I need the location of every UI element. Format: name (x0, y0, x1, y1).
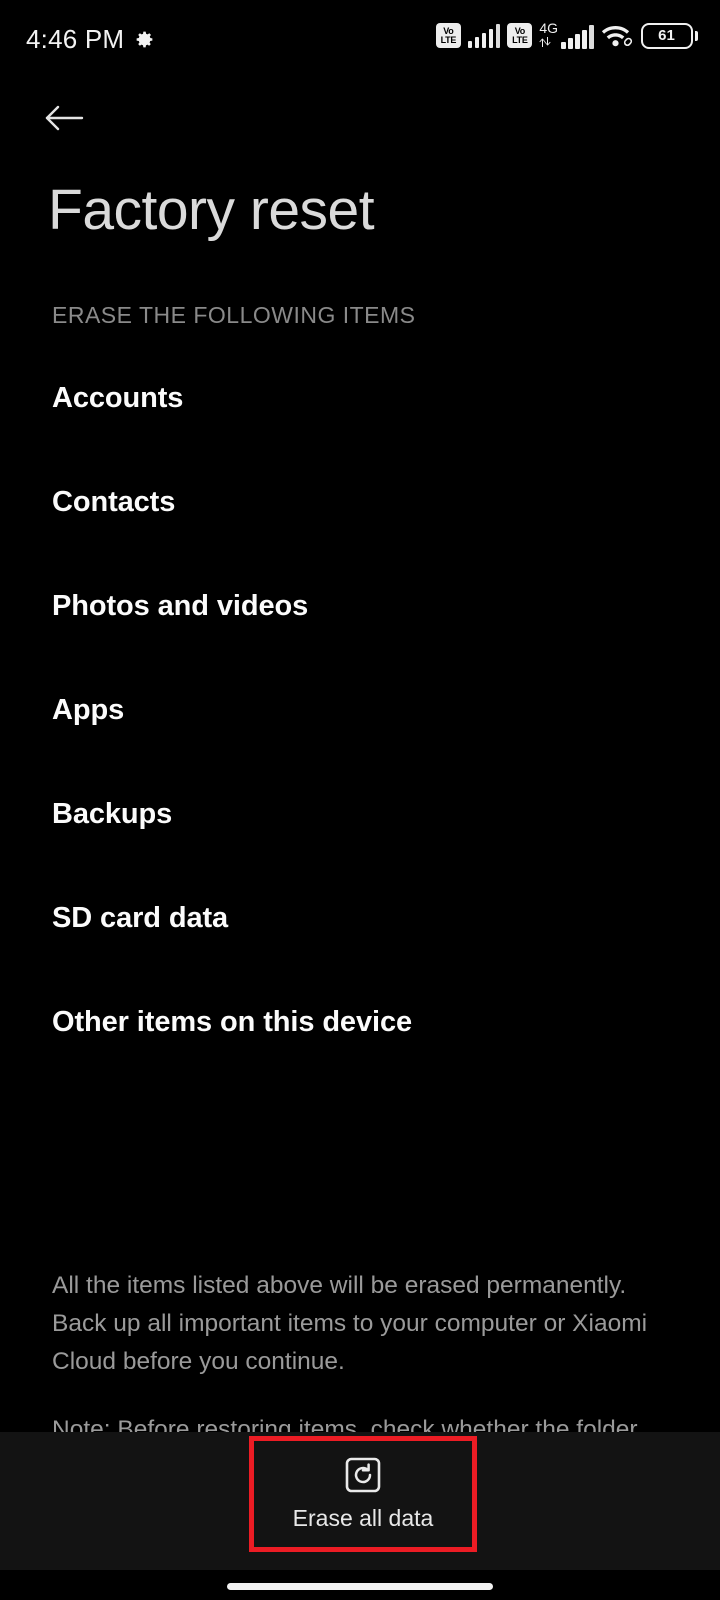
network-type-label: 4G (539, 20, 558, 36)
footer-description: All the items listed above will be erase… (52, 1267, 652, 1449)
volte-icon-sim2: Vo LTE (507, 23, 533, 48)
list-item: Accounts (52, 378, 672, 482)
list-item-label: Photos and videos (52, 590, 309, 622)
list-item-label: Other items on this device (52, 1006, 412, 1038)
status-bar-clock: 4:46 PM (26, 24, 125, 54)
list-item-label: Backups (52, 798, 173, 830)
page-title: Factory reset (48, 178, 375, 242)
data-transfer-arrows-icon (539, 37, 551, 47)
home-gesture-handle[interactable] (227, 1583, 493, 1590)
highlight-box (249, 1436, 477, 1552)
list-item-label: Contacts (52, 486, 176, 518)
list-item: Photos and videos (52, 586, 672, 690)
gear-icon (134, 29, 155, 50)
status-bar: 4:46 PM Vo LTE Vo LTE 4G 61 (0, 0, 720, 76)
phone-screen: 4:46 PM Vo LTE Vo LTE 4G 61 Factory rese… (0, 0, 720, 1600)
list-item-label: SD card data (52, 902, 229, 934)
list-item: SD card data (52, 898, 672, 1002)
battery-cap (694, 30, 698, 41)
erase-items-list: Accounts Contacts Photos and videos Apps… (52, 378, 672, 1106)
arrow-left-icon (42, 101, 86, 135)
back-button[interactable] (42, 90, 106, 146)
mobile-data-group: 4G (539, 20, 594, 49)
status-bar-left: 4:46 PM (26, 24, 155, 54)
system-navigation-bar (0, 1570, 720, 1600)
section-header: ERASE THE FOLLOWING ITEMS (52, 302, 416, 328)
footer-primary-text: All the items listed above will be erase… (52, 1272, 648, 1375)
battery-indicator: 61 (640, 22, 698, 49)
list-item: Contacts (52, 482, 672, 586)
signal-bars-sim2-icon (561, 24, 594, 49)
list-item: Other items on this device (52, 1002, 672, 1106)
volte-bottom-text: LTE (512, 34, 528, 45)
list-item-label: Accounts (52, 382, 184, 414)
bottom-action-bar: Erase all data (0, 1432, 720, 1570)
battery-shell: 61 (640, 22, 693, 49)
wifi-icon (601, 23, 634, 48)
volte-bottom-text: LTE (440, 34, 457, 45)
battery-level-text: 61 (658, 27, 675, 44)
status-bar-right: Vo LTE Vo LTE 4G 61 (435, 20, 698, 49)
list-item-label: Apps (52, 694, 125, 726)
list-item: Backups (52, 794, 672, 898)
list-item: Apps (52, 690, 672, 794)
signal-bars-sim1-icon (467, 23, 501, 48)
volte-icon-sim1: Vo LTE (435, 23, 461, 48)
